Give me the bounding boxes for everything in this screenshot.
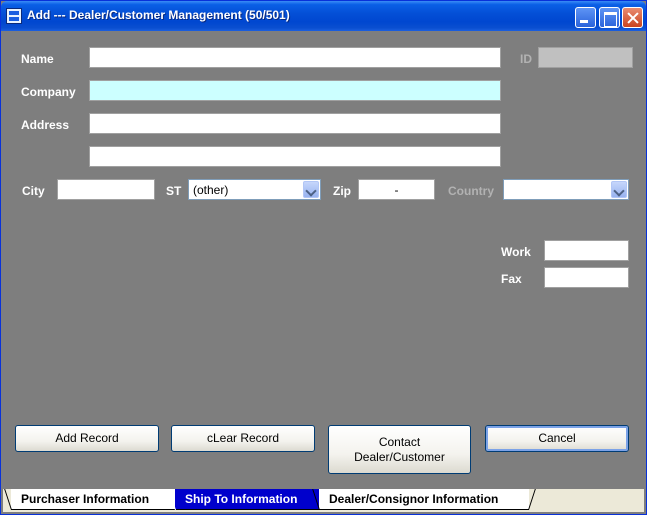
add-record-button[interactable]: Add Record bbox=[15, 425, 159, 452]
address-label: Address bbox=[21, 118, 70, 132]
city-label: City bbox=[22, 184, 45, 198]
contact-dealer-customer-button[interactable]: Contact Dealer/Customer bbox=[328, 425, 471, 474]
cancel-button[interactable]: Cancel bbox=[485, 425, 629, 452]
country-label: Country bbox=[448, 184, 494, 198]
fax-label: Fax bbox=[501, 272, 522, 286]
name-input[interactable] bbox=[89, 47, 501, 68]
chevron-down-icon[interactable] bbox=[611, 181, 627, 198]
work-phone-input[interactable] bbox=[544, 240, 629, 261]
tab-purchaser-information[interactable]: Purchaser Information bbox=[11, 489, 176, 510]
title-bar[interactable]: Add --- Dealer/Customer Management (50/5… bbox=[1, 1, 646, 31]
city-input[interactable] bbox=[57, 179, 155, 200]
zip-input[interactable]: - bbox=[358, 179, 435, 200]
clear-record-button[interactable]: cLear Record bbox=[171, 425, 315, 452]
company-input[interactable] bbox=[89, 80, 501, 101]
app-icon bbox=[6, 8, 22, 24]
dealer-customer-window: Add --- Dealer/Customer Management (50/5… bbox=[0, 0, 647, 515]
tab-ship-to-information[interactable]: Ship To Information bbox=[175, 489, 322, 510]
state-label: ST bbox=[166, 184, 182, 198]
minimize-button[interactable] bbox=[575, 7, 596, 28]
state-select[interactable]: (other) bbox=[188, 179, 321, 200]
fax-input[interactable] bbox=[544, 267, 629, 288]
work-label: Work bbox=[501, 245, 531, 259]
id-label: ID bbox=[520, 52, 532, 66]
address-line1-input[interactable] bbox=[89, 113, 501, 134]
address-line2-input[interactable] bbox=[89, 146, 501, 167]
maximize-button[interactable] bbox=[599, 7, 620, 28]
id-field bbox=[538, 47, 633, 68]
contact-button-line2: Dealer/Customer bbox=[354, 449, 445, 464]
close-button[interactable] bbox=[622, 7, 643, 28]
window-title: Add --- Dealer/Customer Management (50/5… bbox=[27, 8, 290, 22]
name-label: Name bbox=[21, 52, 54, 66]
tab-strip: Purchaser Information Ship To Informatio… bbox=[3, 489, 644, 512]
company-label: Company bbox=[21, 85, 76, 99]
state-select-value: (other) bbox=[193, 183, 229, 197]
tab-dealer-consignor-information[interactable]: Dealer/Consignor Information bbox=[319, 489, 529, 510]
chevron-down-icon[interactable] bbox=[303, 181, 319, 198]
zip-label: Zip bbox=[333, 184, 351, 198]
contact-button-line1: Contact bbox=[378, 434, 421, 449]
country-select[interactable] bbox=[503, 179, 629, 200]
